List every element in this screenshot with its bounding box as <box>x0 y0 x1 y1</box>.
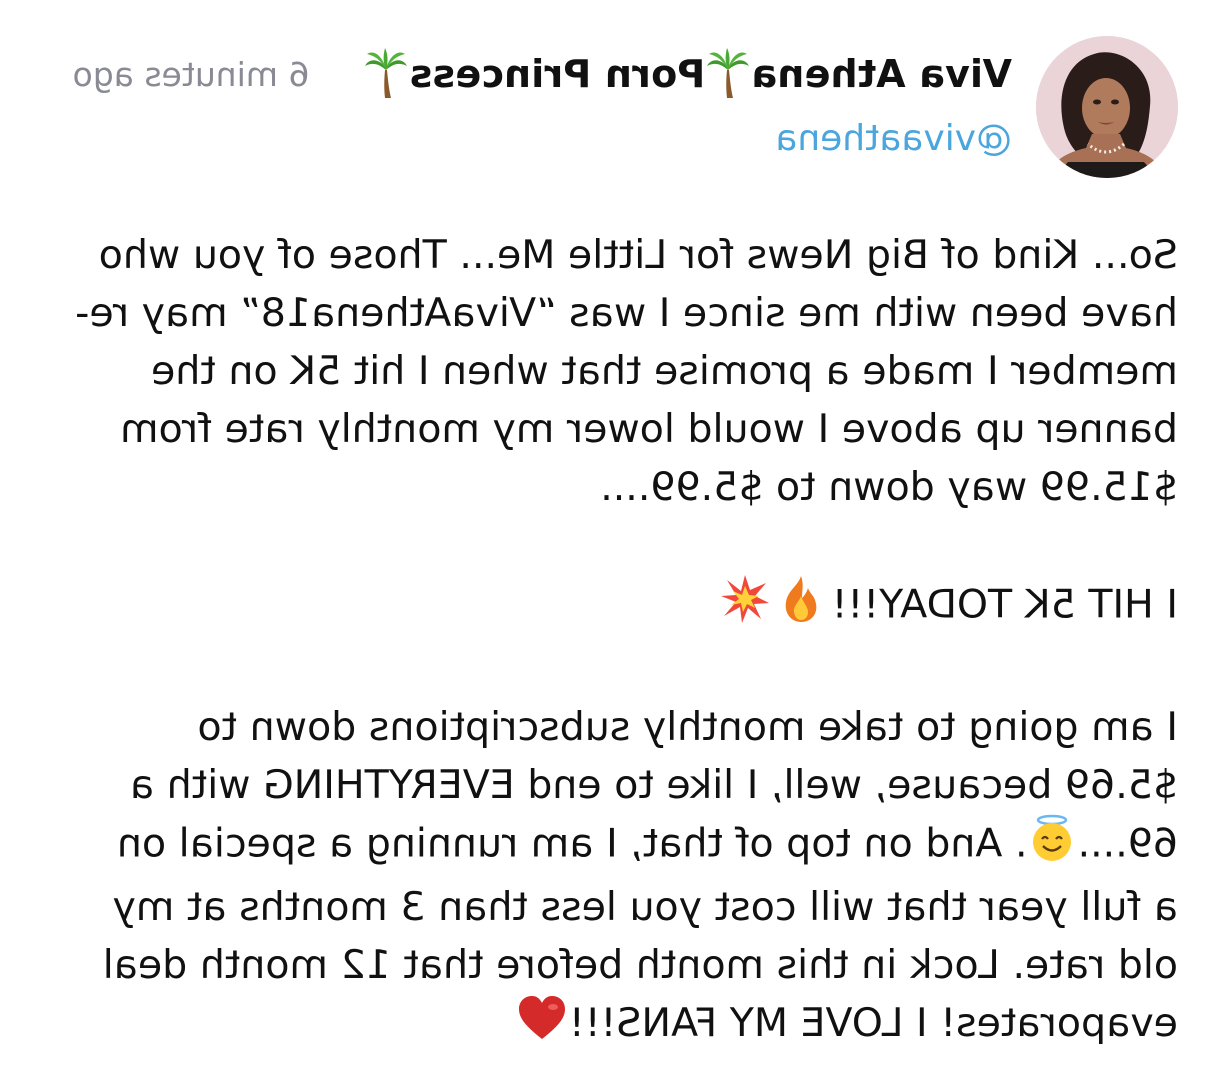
post-line: $5.69 because, well, I like to end EVERY… <box>129 762 1178 808</box>
post-line-with-icons: 69.... . And on top of that, I am running… <box>50 814 1178 878</box>
post-line-text-continued: . And on top of that, I am running a spe… <box>116 820 1028 867</box>
avatar[interactable] <box>1036 36 1178 178</box>
author-name-part-1[interactable]: Viva Athena <box>751 52 1012 96</box>
post-line: have been with me since I was “VivaAthen… <box>75 290 1178 336</box>
post-line: old rate. Lock in this month before that… <box>102 942 1178 988</box>
post-paragraph-3: I am going to take monthly subscriptions… <box>50 698 1178 1057</box>
post-paragraph-1: So... Kind of Big News for Little Me... … <box>50 226 1178 516</box>
post-line: I am going to take monthly subscriptions… <box>197 704 1178 750</box>
post-line-text: evaporates! I LOVE MY FANS!!! <box>568 1000 1178 1046</box>
mirrored-screenshot: Viva Athena Porn Princess 6 minutes ago … <box>0 0 1226 1079</box>
post-header: Viva Athena Porn Princess 6 minutes ago … <box>48 30 1178 180</box>
post-line-with-icons: evaporates! I LOVE MY FANS!!! <box>50 994 1178 1057</box>
author-name-part-2[interactable]: Porn Princess <box>409 52 705 96</box>
post-line: $15.99 way down to $5.99.... <box>600 464 1178 510</box>
post-line: So... Kind of Big News for Little Me... … <box>98 232 1178 278</box>
post-line: member I made a promise that when I hit … <box>151 348 1178 394</box>
collision-icon <box>720 574 770 640</box>
palm-tree-icon <box>365 48 408 100</box>
post-line: banner up above I would lower my monthly… <box>120 406 1178 452</box>
post-card: Viva Athena Porn Princess 6 minutes ago … <box>48 30 1178 1057</box>
profile-photo-icon <box>1036 36 1178 178</box>
post-line: a full year that will cost you less than… <box>112 884 1178 930</box>
post-timestamp[interactable]: 6 minutes ago <box>73 55 310 94</box>
smiling-halo-icon <box>1030 814 1076 878</box>
post-line-text: 69.... <box>1077 820 1179 867</box>
post-line-with-icons: I HIT 5K TODAY!!! <box>50 574 1178 640</box>
post-body: So... Kind of Big News for Little Me... … <box>50 226 1178 1057</box>
author-name-row: Viva Athena Porn Princess 6 minutes ago <box>73 48 1012 100</box>
post-paragraph-2: I HIT 5K TODAY!!! <box>50 574 1178 640</box>
author-handle[interactable]: @vivaathena <box>775 118 1012 159</box>
post-line-text: I HIT 5K TODAY!!! <box>831 581 1178 628</box>
palm-tree-icon <box>707 48 750 100</box>
red-heart-icon <box>517 995 567 1057</box>
fire-icon <box>778 574 824 640</box>
